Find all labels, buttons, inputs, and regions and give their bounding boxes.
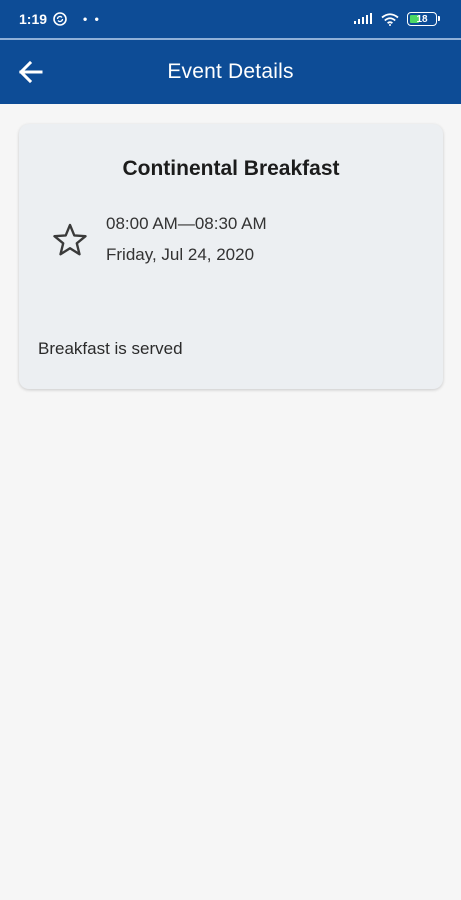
status-right: 18 bbox=[353, 12, 440, 26]
event-date: Friday, Jul 24, 2020 bbox=[106, 245, 255, 264]
signal-icon bbox=[354, 13, 372, 24]
battery-cap bbox=[438, 16, 440, 21]
sync-icon bbox=[53, 12, 67, 26]
status-left: 1:19 • • bbox=[19, 11, 101, 27]
event-time-range: 08:00 AM—08:30 AM bbox=[106, 214, 267, 233]
battery-level: 18 bbox=[416, 13, 428, 25]
wifi-icon bbox=[381, 12, 399, 26]
event-title: Continental Breakfast bbox=[122, 157, 340, 180]
event-description: Breakfast is served bbox=[38, 339, 183, 358]
battery-icon: 18 bbox=[407, 12, 440, 26]
back-button[interactable] bbox=[12, 54, 48, 90]
status-time: 1:19 bbox=[19, 11, 48, 27]
event-card: Continental Breakfast 08:00 AM—08:30 AM … bbox=[19, 124, 443, 389]
app-bar: Event Details bbox=[0, 40, 461, 104]
arrow-left-icon bbox=[18, 60, 43, 84]
status-bar: 1:19 • • 18 bbox=[0, 0, 461, 38]
page-title: Event Details bbox=[167, 60, 294, 83]
notification-dots: • • bbox=[83, 12, 101, 26]
star-outline-icon bbox=[53, 223, 87, 256]
favorite-button[interactable] bbox=[50, 220, 90, 260]
